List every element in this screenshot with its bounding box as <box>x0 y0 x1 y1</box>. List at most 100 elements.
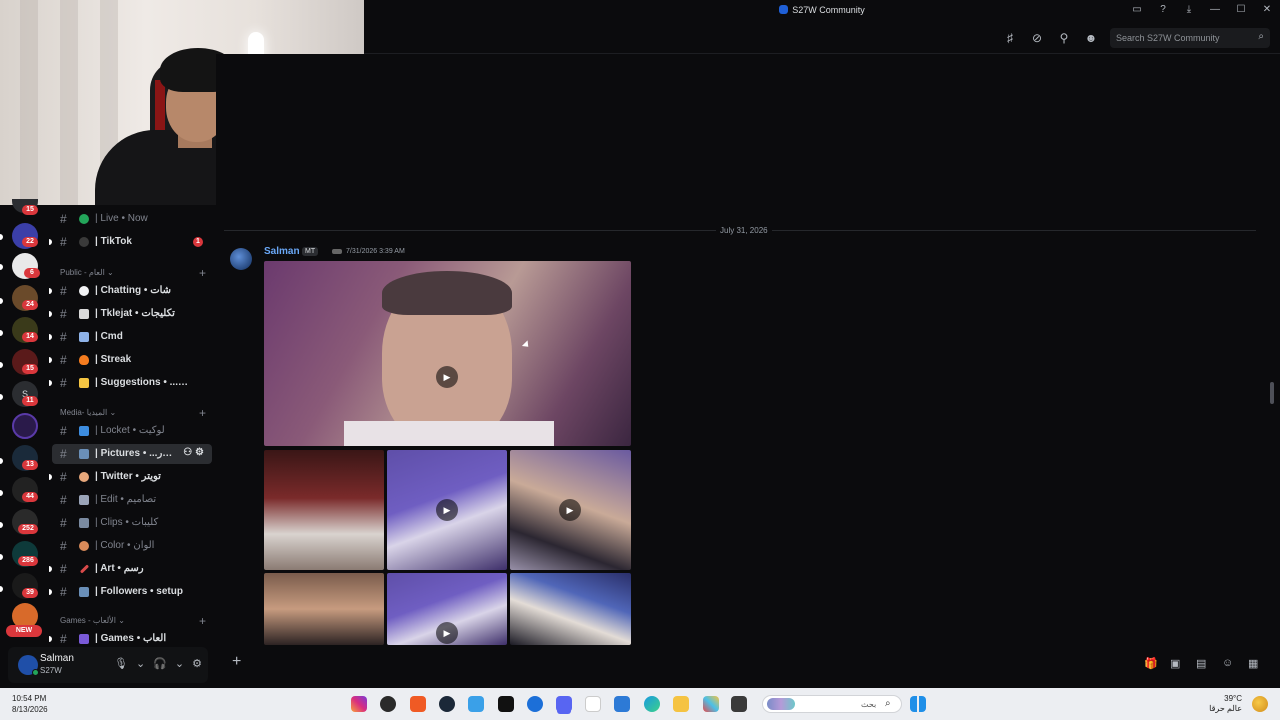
play-icon[interactable]: ▶ <box>436 622 458 644</box>
add-channel-icon[interactable]: + <box>199 266 206 280</box>
app-icon[interactable] <box>380 696 396 712</box>
play-icon[interactable]: ▶ <box>436 366 458 388</box>
invite-and-settings-icon[interactable]: ⚇ ⚙ <box>183 447 204 458</box>
add-attachment-icon[interactable]: + <box>232 653 241 671</box>
channel-color[interactable]: # | Color • الوان <box>52 536 212 556</box>
channel-suggestions[interactable]: # | Suggestions • ...احات <box>49 373 212 393</box>
video-attachment[interactable]: ▶ <box>387 573 507 645</box>
channel-label: | Edit • تصاميم <box>95 494 157 505</box>
image-attachment[interactable] <box>264 573 384 645</box>
channel-label: | Streak <box>95 354 132 365</box>
message-author-avatar[interactable] <box>230 248 252 270</box>
members-icon[interactable]: ☻ <box>1084 31 1098 45</box>
server-badge: 15 <box>22 364 38 374</box>
search-icon: ⌕ <box>1258 31 1264 42</box>
windows-start-icon[interactable] <box>910 696 926 712</box>
help-icon[interactable]: ? <box>1156 4 1170 15</box>
play-icon[interactable]: ▶ <box>436 499 458 521</box>
scrollbar-thumb[interactable] <box>1270 382 1274 404</box>
sticker-icon[interactable]: ▤ <box>1196 657 1206 670</box>
channel-streak[interactable]: # | Streak <box>49 350 212 370</box>
server-icon[interactable] <box>12 413 38 439</box>
channel-live[interactable]: # | Live • Now <box>52 209 212 229</box>
hash-icon: # <box>60 632 67 645</box>
video-attachment[interactable]: ▶ <box>510 450 631 570</box>
image-attachment[interactable] <box>264 450 384 570</box>
maximize-button[interactable]: ☐ <box>1234 4 1248 15</box>
weather-widget[interactable]: 39°C عالم حرقا <box>1209 694 1242 714</box>
gift-icon[interactable]: 🎁 <box>1144 657 1158 670</box>
chevron-down-icon[interactable]: ⌄ <box>175 657 184 670</box>
app-icon[interactable] <box>731 696 747 712</box>
chevron-down-icon[interactable]: ⌄ <box>136 657 145 670</box>
image-attachment[interactable] <box>510 573 631 645</box>
channel-list: # | Live • Now # | TikTok 1 Public - الع… <box>48 205 216 645</box>
channel-clips[interactable]: # | Clips • كليبات <box>52 513 212 533</box>
video-attachment[interactable]: ▶ <box>387 450 507 570</box>
download-icon[interactable]: ⤓ <box>1182 4 1196 15</box>
avatar[interactable] <box>18 655 39 676</box>
channel-edit[interactable]: # | Edit • تصاميم <box>52 490 212 510</box>
play-icon[interactable]: ▶ <box>559 499 581 521</box>
store-icon[interactable] <box>614 696 630 712</box>
mute-icon[interactable]: ⊘ <box>1030 31 1044 45</box>
category-media[interactable]: Media- الميديا ⌄ + <box>60 406 210 420</box>
app-icon[interactable] <box>585 696 601 712</box>
hash-icon: # <box>60 235 67 249</box>
pin-icon[interactable]: ⚲ <box>1057 31 1071 45</box>
close-button[interactable]: ✕ <box>1260 4 1274 15</box>
channel-locket[interactable]: # | Locket • لوكيت <box>52 421 212 441</box>
add-channel-icon[interactable]: + <box>199 614 206 628</box>
microphone-icon[interactable]: 🎙 <box>114 657 128 670</box>
discord-icon[interactable] <box>556 696 572 712</box>
search-input[interactable]: Search S27W Community ⌕ <box>1110 28 1270 48</box>
server-badge: 252 <box>18 524 38 534</box>
app-icon[interactable] <box>527 696 543 712</box>
file-explorer-icon[interactable] <box>673 696 689 712</box>
edge-icon[interactable] <box>644 696 660 712</box>
steam-icon[interactable] <box>439 696 455 712</box>
app-icon[interactable] <box>703 696 719 712</box>
channel-chatting[interactable]: # | Chatting • شات <box>49 281 212 301</box>
channel-games[interactable]: # | Games • العاب <box>49 629 212 645</box>
app-icon[interactable] <box>468 696 484 712</box>
inbox-icon[interactable]: ▭ <box>1130 4 1144 15</box>
emoji-icon[interactable]: ☺ <box>1222 657 1233 669</box>
instagram-icon[interactable] <box>351 696 367 712</box>
channel-tklejat[interactable]: # | Tklejat • تكليجات <box>49 304 212 324</box>
channel-pictures[interactable]: # | Pictures • ...سور ⚇ ⚙ <box>52 444 212 464</box>
brave-icon[interactable] <box>410 696 426 712</box>
channel-followers[interactable]: # | Followers • setup <box>49 582 212 602</box>
category-label: Games - الألعاب <box>60 616 116 625</box>
title-bar: S27W Community ▭ ? ⤓ — ☐ ✕ <box>364 0 1280 22</box>
capcut-icon[interactable] <box>498 696 514 712</box>
server-badge: 6 <box>24 268 40 278</box>
add-channel-icon[interactable]: + <box>199 406 206 420</box>
sun-icon <box>1252 696 1268 712</box>
hash-icon: # <box>60 353 67 367</box>
category-public[interactable]: Public - العام ⌄ + <box>60 266 210 280</box>
message-author[interactable]: Salman <box>264 246 300 257</box>
channel-art[interactable]: # | Art • رسم <box>49 559 212 579</box>
green-dot-icon <box>79 214 89 224</box>
headphones-icon[interactable]: 🎧 <box>153 657 167 670</box>
gif-icon[interactable]: ▣ <box>1170 657 1180 670</box>
online-status-icon <box>32 669 39 676</box>
channel-twitter[interactable]: # | Twitter • تويتر <box>49 467 212 487</box>
taskbar-search[interactable]: بحث ⌕ <box>762 695 902 713</box>
category-label: Media- الميديا <box>60 408 108 417</box>
server-badge: 286 <box>18 556 38 566</box>
channel-tiktok[interactable]: # | TikTok 1 <box>49 232 212 252</box>
settings-gear-icon[interactable]: ⚙ <box>192 657 202 670</box>
minimize-button[interactable]: — <box>1208 4 1222 15</box>
video-attachment[interactable]: ▶ <box>264 261 631 446</box>
hash-icon: # <box>60 330 67 344</box>
picture-icon <box>79 449 89 459</box>
clock[interactable]: 10:54 PM 8/13/2026 <box>12 693 48 715</box>
category-games[interactable]: Games - الألعاب ⌄ + <box>60 614 210 628</box>
apps-icon[interactable]: ▦ <box>1248 657 1258 670</box>
message-composer[interactable]: + 🎁 ▣ ▤ ☺ ▦ <box>216 645 1280 683</box>
threads-icon[interactable]: ♯ <box>1003 31 1017 45</box>
hash-icon: # <box>60 562 67 576</box>
channel-cmd[interactable]: # | Cmd <box>49 327 212 347</box>
